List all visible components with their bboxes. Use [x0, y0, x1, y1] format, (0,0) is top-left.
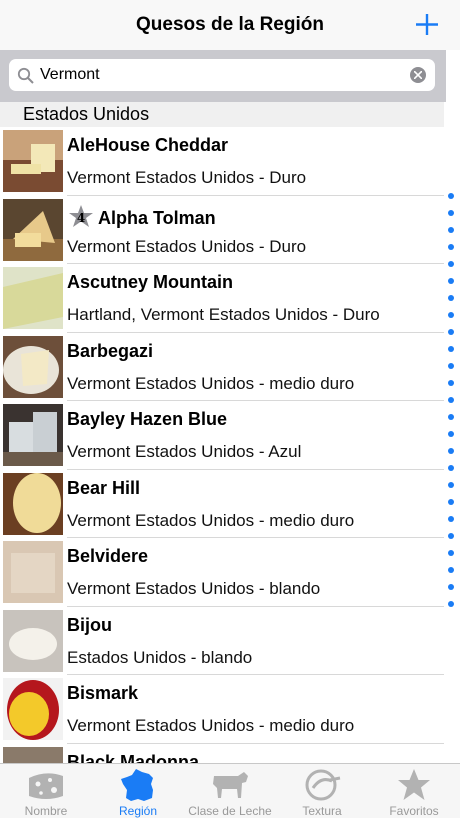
cheese-thumbnail [3, 267, 63, 329]
index-dot[interactable] [448, 567, 454, 573]
index-dot[interactable] [448, 499, 454, 505]
tab-label: Nombre [24, 804, 68, 818]
cheese-origin: Vermont Estados Unidos - medio duro [67, 716, 355, 735]
index-dot[interactable] [448, 363, 454, 369]
list-item[interactable]: Belvidere Vermont Estados Unidos - bland… [0, 538, 444, 607]
index-dot[interactable] [448, 431, 454, 437]
star-icon [398, 769, 430, 800]
index-dot[interactable] [448, 601, 454, 607]
cheese-origin: Vermont Estados Unidos - Duro [67, 236, 307, 256]
cheese-name: Black Madonna [67, 751, 200, 764]
tab-clase-de-leche[interactable]: Clase de Leche [184, 764, 276, 818]
list-item[interactable]: AleHouse Cheddar Vermont Estados Unidos … [0, 127, 444, 196]
index-dot[interactable] [448, 465, 454, 471]
cheese-thumbnail [3, 198, 63, 261]
page-title: Quesos de la Región [136, 14, 324, 35]
tab-nombre[interactable]: Nombre [0, 764, 92, 818]
cheese-name: Bear Hill [67, 477, 141, 498]
cheese-origin: Vermont Estados Unidos - Duro [67, 168, 307, 187]
tab-favoritos[interactable]: Favoritos [368, 764, 460, 818]
index-dot[interactable] [448, 550, 454, 556]
tab-label: Textura [302, 804, 342, 818]
cheese-origin: Vermont Estados Unidos - blando [67, 579, 321, 598]
cheese-name: AleHouse Cheddar [67, 135, 229, 155]
index-dot[interactable] [448, 278, 454, 284]
cow-icon [213, 772, 248, 798]
tab-region[interactable]: Región [92, 764, 184, 818]
search-input[interactable] [40, 59, 400, 91]
cheese-name: Bayley Hazen Blue [67, 409, 228, 429]
cheese-name: Bismark [67, 683, 139, 703]
index-dot[interactable] [448, 244, 454, 250]
cheese-origin: Hartland, Vermont Estados Unidos - Duro [67, 305, 380, 324]
list-item[interactable]: Bear Hill Vermont Estados Unidos - medio… [0, 469, 444, 538]
search-field[interactable] [9, 59, 435, 91]
index-dot[interactable] [448, 227, 454, 233]
cheese-name: Belvidere [67, 546, 149, 566]
cheese-origin: Vermont Estados Unidos - medio duro [67, 510, 355, 530]
cheese-thumbnail [3, 130, 63, 192]
index-dot[interactable] [448, 584, 454, 590]
list-item[interactable]: Bijou Estados Unidos - blando [0, 606, 444, 675]
texture-icon [305, 769, 341, 801]
tab-textura[interactable]: Textura [276, 764, 368, 818]
cheese-thumbnail [3, 335, 63, 398]
cheese-name: Barbegazi [67, 340, 154, 361]
index-dot[interactable] [448, 210, 454, 216]
index-dot[interactable] [448, 312, 454, 318]
cheese-origin: Vermont Estados Unidos - medio duro [67, 373, 355, 393]
index-dot[interactable] [448, 533, 454, 539]
plus-icon [416, 14, 438, 35]
cheese-thumbnail [3, 746, 63, 763]
list-item[interactable]: Black Madonna [0, 743, 444, 764]
section-header: Estados Unidos [0, 102, 444, 127]
cheese-name: Bijou [67, 614, 112, 635]
navigation-bar: Quesos de la Región [0, 0, 460, 50]
list-item[interactable]: Bismark Vermont Estados Unidos - medio d… [0, 675, 444, 744]
index-dot[interactable] [448, 448, 454, 454]
cheese-thumbnail [3, 404, 63, 466]
cheese-origin: Vermont Estados Unidos - Azul [67, 442, 302, 461]
index-dot[interactable] [448, 193, 454, 199]
index-dot[interactable] [448, 346, 454, 352]
clear-search-button[interactable] [410, 67, 426, 83]
search-icon [17, 67, 34, 84]
index-dot[interactable] [448, 329, 454, 335]
search-bar [0, 50, 446, 102]
index-dot[interactable] [448, 482, 454, 488]
index-dot[interactable] [448, 516, 454, 522]
cheese-thumbnail [3, 609, 63, 672]
favorite-rank-label: 4 [77, 211, 85, 225]
list-item[interactable]: Bayley Hazen Blue Vermont Estados Unidos… [0, 401, 444, 470]
index-dot[interactable] [448, 414, 454, 420]
index-dot[interactable] [448, 380, 454, 386]
france-map-icon [121, 769, 153, 801]
list-item[interactable]: 4 4Alpha Tolman Vermont Estados Unidos -… [0, 195, 444, 264]
favorite-star-icon: 4 [67, 204, 95, 228]
index-dot[interactable] [448, 261, 454, 267]
cheese-name: 4 4Alpha Tolman [67, 204, 216, 229]
tab-label: Región [118, 804, 158, 818]
close-icon [414, 71, 422, 79]
cheese-origin: Estados Unidos - blando [67, 647, 253, 667]
tab-bar: Nombre Región Clase de Leche Textura Fav… [0, 763, 460, 818]
add-button[interactable] [414, 9, 440, 39]
cheese-list: AleHouse Cheddar Vermont Estados Unidos … [0, 127, 444, 763]
list-item[interactable]: Barbegazi Vermont Estados Unidos - medio… [0, 332, 444, 401]
cheese-thumbnail [3, 678, 63, 740]
index-dot[interactable] [448, 397, 454, 403]
cheese-thumbnail [3, 541, 63, 603]
section-index[interactable] [446, 193, 458, 623]
cheese-name: Ascutney Mountain [67, 272, 234, 292]
list-item[interactable]: Ascutney Mountain Hartland, Vermont Esta… [0, 264, 444, 333]
cheese-thumbnail [3, 472, 63, 535]
tab-label: Clase de Leche [188, 804, 272, 818]
cheese-icon [29, 773, 63, 799]
tab-label: Favoritos [389, 804, 439, 818]
index-dot[interactable] [448, 295, 454, 301]
